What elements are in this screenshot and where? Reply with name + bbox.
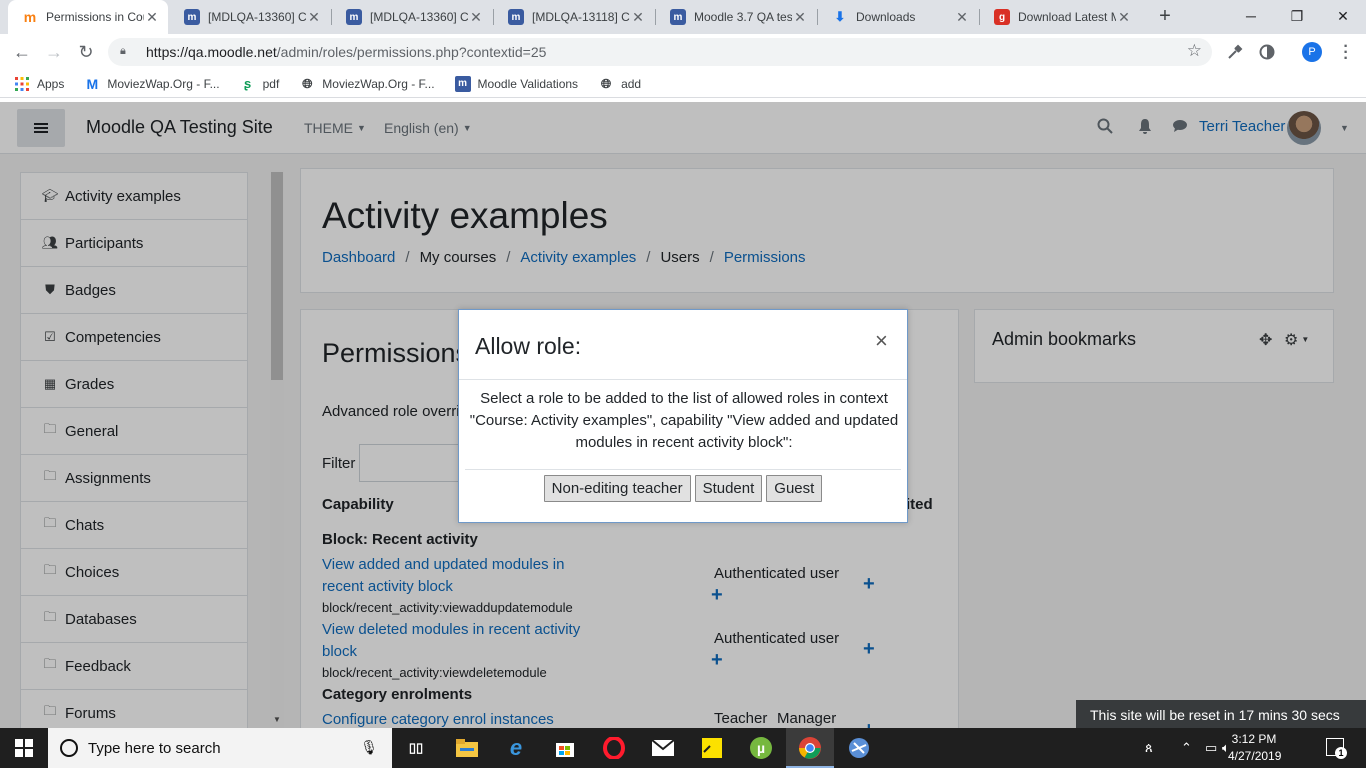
- chrome-icon[interactable]: [796, 734, 824, 762]
- moodle-tracker-icon: m: [454, 75, 471, 92]
- bookmark-pdf[interactable]: ʂ pdf: [240, 76, 279, 92]
- tab-download-latest[interactable]: g Download Latest M ✕: [980, 0, 1140, 34]
- dialog-title: Allow role:: [475, 333, 582, 359]
- moodle-tracker-icon: m: [346, 9, 362, 25]
- tab-close-icon[interactable]: ✕: [468, 9, 484, 26]
- new-tab-button[interactable]: +: [1154, 6, 1176, 28]
- forward-button[interactable]: →: [42, 40, 66, 64]
- microphone-icon[interactable]: 🎙︎: [360, 739, 378, 756]
- g-icon: g: [994, 9, 1010, 25]
- task-view-icon[interactable]: ▯▯: [402, 734, 430, 762]
- address-bar[interactable]: 🔒︎ https://qa.moodle.net/admin/roles/per…: [108, 38, 1212, 66]
- globe-icon: 🌐︎: [600, 75, 612, 91]
- tab-mdlqa-13118[interactable]: m [MDLQA-13118] C ✕: [494, 0, 654, 34]
- start-button[interactable]: [0, 728, 48, 768]
- divider: [459, 379, 907, 380]
- tab-close-icon[interactable]: ✕: [792, 9, 808, 26]
- bookmarks-bar: Apps M MoviezWap.Org - F... ʂ pdf 🌐︎ Mov…: [0, 70, 1366, 98]
- system-clock[interactable]: 3:12 PM 4/27/2019: [1228, 731, 1281, 765]
- sticky-notes-icon[interactable]: [698, 734, 726, 762]
- taskbar-search[interactable]: Type here to search 🎙︎: [48, 728, 392, 768]
- utorrent-icon[interactable]: µ: [747, 734, 775, 762]
- tab-moodle-qa[interactable]: m Moodle 3.7 QA tes ✕: [656, 0, 816, 34]
- maximize-button[interactable]: ❐: [1274, 0, 1320, 32]
- opera-icon[interactable]: [600, 734, 628, 762]
- dialog-buttons: Non-editing teacher Student Guest: [459, 475, 907, 502]
- tab-downloads[interactable]: ⬇ Downloads ✕: [818, 0, 978, 34]
- bookmark-apps[interactable]: Apps: [14, 76, 64, 92]
- download-icon: ⬇: [834, 9, 846, 24]
- people-icon[interactable]: ጰ: [1145, 740, 1153, 756]
- extension-circle-icon[interactable]: [1258, 43, 1276, 61]
- profile-avatar[interactable]: P: [1302, 42, 1322, 62]
- moodle-tracker-icon: m: [184, 9, 200, 25]
- bookmark-star-icon[interactable]: ☆: [1187, 41, 1202, 61]
- cortana-circle-icon: [60, 739, 78, 757]
- bookmark-moodle-validations[interactable]: m Moodle Validations: [454, 75, 578, 92]
- apps-grid-icon: [14, 76, 30, 92]
- tab-close-icon[interactable]: ✕: [144, 9, 160, 26]
- svg-text:µ: µ: [757, 740, 765, 756]
- close-icon[interactable]: ×: [875, 328, 888, 354]
- tab-mdlqa-13360-b[interactable]: m [MDLQA-13360] C ✕: [332, 0, 492, 34]
- minimize-button[interactable]: ─: [1228, 0, 1274, 32]
- tab-close-icon[interactable]: ✕: [630, 9, 646, 26]
- battery-icon[interactable]: ▭: [1205, 740, 1217, 756]
- moodle-tracker-icon: m: [670, 9, 686, 25]
- guest-button[interactable]: Guest: [766, 475, 823, 502]
- student-button[interactable]: Student: [694, 475, 763, 502]
- tab-mdlqa-13360-a[interactable]: m [MDLQA-13360] C ✕: [170, 0, 330, 34]
- lock-icon: 🔒︎: [120, 45, 126, 57]
- show-hidden-icons[interactable]: ⌃: [1181, 740, 1192, 756]
- store-icon[interactable]: [551, 734, 579, 762]
- dialog-message: Select a role to be added to the list of…: [469, 390, 899, 451]
- file-explorer-icon[interactable]: [453, 734, 481, 762]
- reset-countdown-banner: This site will be reset in 17 mins 30 se…: [1076, 700, 1366, 728]
- bookmark-moviezwap-2[interactable]: 🌐︎ MoviezWap.Org - F...: [299, 76, 434, 92]
- url-text: https://qa.moodle.net/admin/roles/permis…: [146, 44, 547, 60]
- edge-icon[interactable]: e: [502, 734, 530, 762]
- bookmark-moviezwap-1[interactable]: M MoviezWap.Org - F...: [84, 75, 220, 92]
- eyedropper-extension-icon[interactable]: [1226, 43, 1244, 61]
- network-app-icon[interactable]: [845, 734, 873, 762]
- moviezwap-icon: M: [86, 75, 99, 92]
- tab-close-icon[interactable]: ✕: [1116, 9, 1132, 26]
- allow-role-dialog: Allow role: × Select a role to be added …: [458, 309, 908, 523]
- mail-icon[interactable]: [649, 734, 677, 762]
- moodle-tracker-icon: m: [508, 9, 524, 25]
- notification-count-badge: 1: [1335, 747, 1347, 759]
- back-button[interactable]: ←: [10, 40, 34, 64]
- browser-menu-icon[interactable]: · · ·: [1338, 39, 1354, 67]
- pdf-icon: ʂ: [243, 76, 252, 91]
- globe-icon: 🌐︎: [302, 75, 313, 91]
- moodle-orange-icon: m: [23, 9, 37, 25]
- divider: [465, 469, 901, 470]
- tab-permissions[interactable]: m Permissions in Cou ✕: [8, 0, 168, 34]
- close-window-button[interactable]: ✕: [1320, 0, 1366, 32]
- browser-toolbar: ← → ↻ 🔒︎ https://qa.moodle.net/admin/rol…: [0, 34, 1366, 70]
- reload-button[interactable]: ↻: [74, 40, 98, 64]
- non-editing-teacher-button[interactable]: Non-editing teacher: [543, 475, 691, 502]
- moodle-page: Moodle QA Testing Site THEME ▼ English (e…: [0, 102, 1366, 728]
- windows-taskbar: Type here to search 🎙︎ ▯▯ e µ ጰ ⌃ ▭ 🔈︎ 3…: [0, 728, 1366, 768]
- tab-close-icon[interactable]: ✕: [954, 9, 970, 26]
- bookmark-add[interactable]: 🌐︎ add: [598, 76, 641, 92]
- tab-close-icon[interactable]: ✕: [306, 9, 322, 26]
- browser-tab-strip: m Permissions in Cou ✕ m [MDLQA-13360] C…: [0, 0, 1366, 34]
